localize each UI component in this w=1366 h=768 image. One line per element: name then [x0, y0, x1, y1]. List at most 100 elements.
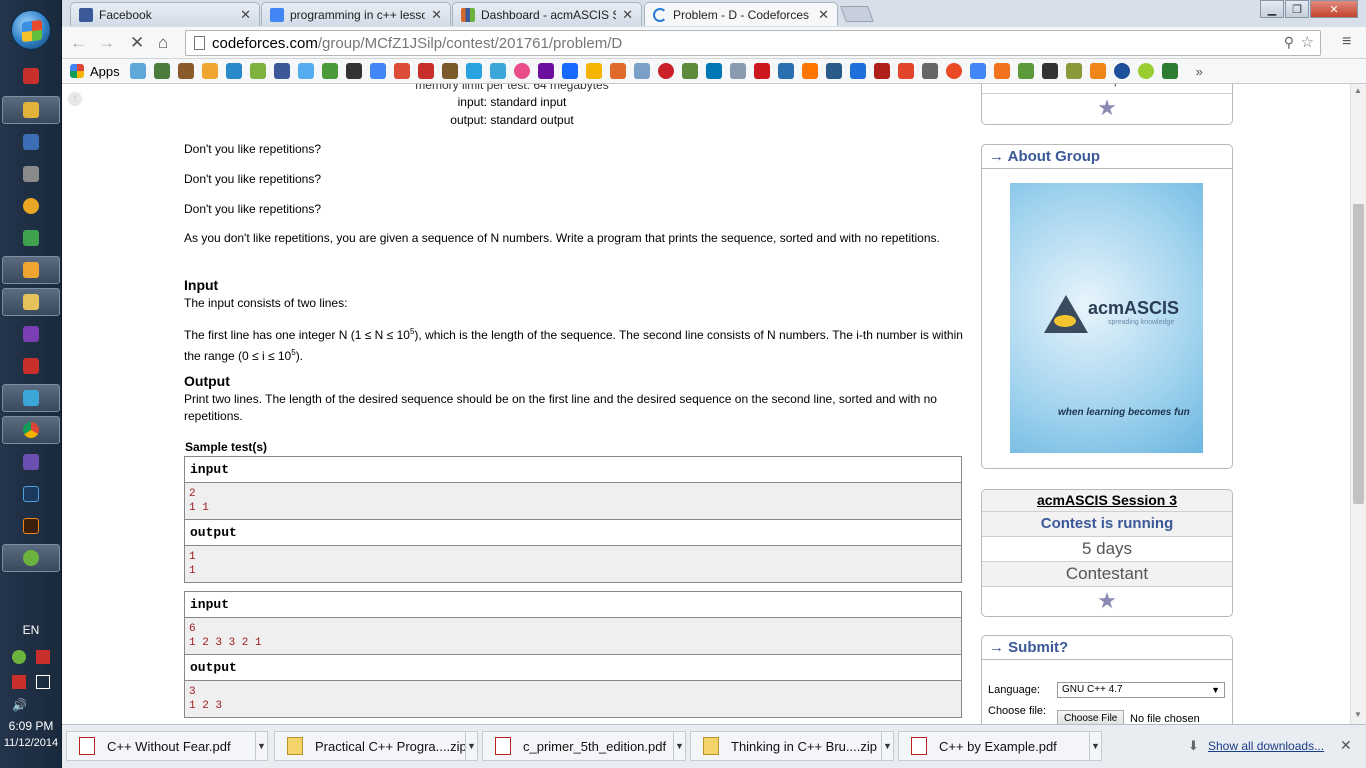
sample-input-value[interactable]: 2 1 1 [185, 483, 961, 520]
bookmark-icon[interactable] [1041, 63, 1058, 79]
behance-icon[interactable] [561, 63, 578, 79]
soundcloud-icon[interactable] [801, 63, 818, 79]
download-item[interactable]: C++ Without Fear.pdf ▼ [66, 731, 268, 761]
stack-icon[interactable] [345, 63, 362, 79]
tab-google-search[interactable]: programming in c++ lesso ✕ [261, 2, 451, 26]
taskbar-illustrator[interactable] [2, 512, 60, 540]
bookmark-icon[interactable] [417, 63, 434, 79]
tab-dashboard[interactable]: Dashboard - acmASCIS Se ✕ [452, 2, 642, 26]
show-all-downloads-link[interactable]: Show all downloads... [1208, 739, 1324, 753]
yahoo-icon[interactable] [537, 63, 554, 79]
home-icon[interactable]: ⌂ [158, 33, 168, 53]
tray-network-icon[interactable] [36, 650, 50, 664]
bookmark-icon[interactable] [777, 63, 794, 79]
bookmark-icon[interactable] [729, 63, 746, 79]
star-icon[interactable]: ★ [982, 587, 1232, 615]
facebook-bookmark-icon[interactable] [273, 63, 290, 79]
bookmark-icon[interactable] [1113, 63, 1130, 79]
close-icon[interactable]: ✕ [431, 7, 442, 23]
bookmark-icon[interactable] [153, 63, 170, 79]
tab-codeforces-problem[interactable]: Problem - D - Codeforces ✕ [644, 2, 838, 26]
chevron-down-icon[interactable]: ▼ [465, 732, 477, 760]
google-bookmark-icon[interactable] [369, 63, 386, 79]
close-icon[interactable]: ✕ [240, 7, 251, 23]
tray-flag-icon[interactable] [12, 675, 26, 689]
taskbar-app-8[interactable] [2, 288, 60, 316]
taskbar-app-9[interactable] [2, 320, 60, 348]
sample-output-value[interactable]: 1 1 [185, 546, 961, 582]
bookmark-icon[interactable] [921, 63, 938, 79]
bookmark-icon[interactable] [441, 63, 458, 79]
bookmark-icon[interactable] [897, 63, 914, 79]
page-scrollbar[interactable]: ▲ ▼ [1350, 84, 1366, 724]
bookmark-icon[interactable] [969, 63, 986, 79]
session-title-link[interactable]: acmASCIS Session 3 [982, 490, 1232, 512]
new-tab-button[interactable] [840, 6, 874, 22]
stumbleupon-icon[interactable] [945, 63, 962, 79]
bookmark-icon[interactable] [321, 63, 338, 79]
close-icon[interactable]: ✕ [622, 7, 633, 23]
volume-icon[interactable]: 🔊 [12, 698, 27, 712]
bookmark-icon[interactable] [609, 63, 626, 79]
pinterest-icon[interactable] [657, 63, 674, 79]
scroll-down-arrow-icon[interactable]: ▼ [1354, 710, 1362, 719]
bookmark-icon[interactable] [129, 63, 146, 79]
stop-icon[interactable]: ✕ [130, 33, 144, 53]
bookmark-icon[interactable] [1017, 63, 1034, 79]
bookmark-icon[interactable] [585, 63, 602, 79]
start-button[interactable] [11, 10, 51, 50]
sample-input-value[interactable]: 6 1 2 3 3 2 1 [185, 618, 961, 655]
close-icon[interactable]: ✕ [818, 7, 829, 23]
star-icon[interactable]: ★ [982, 94, 1232, 122]
taskbar-utorrent[interactable] [2, 544, 60, 572]
clock-date[interactable]: 11/12/2014 [0, 737, 62, 749]
bookmark-icon[interactable] [465, 63, 482, 79]
chevron-down-icon[interactable]: ▼ [673, 732, 685, 760]
address-bar[interactable]: codeforces.com/group/MCfZ1JSilp/contest/… [185, 30, 1321, 56]
bookmark-icon[interactable] [993, 63, 1010, 79]
sample-output-value[interactable]: 3 1 2 3 [185, 681, 961, 717]
download-item[interactable]: Practical C++ Progra....zip ▼ [274, 731, 478, 761]
download-item[interactable]: C++ by Example.pdf ▼ [898, 731, 1102, 761]
minimize-button[interactable]: ▁ [1260, 0, 1284, 18]
close-window-button[interactable]: ✕ [1310, 0, 1358, 18]
apps-shortcut[interactable]: Apps [90, 64, 120, 79]
chevron-down-icon[interactable]: ▼ [1089, 732, 1101, 760]
bookmark-icon[interactable] [1065, 63, 1082, 79]
bookmark-icon[interactable] [681, 63, 698, 79]
download-item[interactable]: c_primer_5th_edition.pdf ▼ [482, 731, 686, 761]
star-bookmark-icon[interactable]: ☆ [1301, 33, 1314, 51]
language-select[interactable]: GNU C++ 4.7 ▼ [1057, 682, 1225, 698]
bookmark-icon[interactable] [873, 63, 890, 79]
download-item[interactable]: Thinking in C++ Bru....zip ▼ [690, 731, 894, 761]
search-icon[interactable]: ⚲ [1284, 34, 1294, 51]
tray-utorrent-icon[interactable] [12, 650, 26, 664]
tab-facebook[interactable]: Facebook ✕ [70, 2, 260, 26]
scroll-up-arrow-icon[interactable]: ▲ [1354, 86, 1362, 95]
about-group-title[interactable]: → About Group [982, 145, 1232, 169]
bookmark-icon[interactable] [1161, 63, 1178, 79]
clock-time[interactable]: 6:09 PM [0, 719, 62, 733]
bookmark-icon[interactable] [1089, 63, 1106, 79]
bookmark-icon[interactable] [225, 63, 242, 79]
scrollbar-thumb[interactable] [1353, 204, 1364, 504]
taskbar-app-10[interactable] [2, 352, 60, 380]
forward-arrow-icon[interactable]: → [98, 33, 115, 53]
taskbar-app-11[interactable] [2, 384, 60, 412]
maximize-button[interactable]: ❐ [1285, 0, 1309, 18]
youtube-icon[interactable] [753, 63, 770, 79]
bookmark-icon[interactable] [201, 63, 218, 79]
back-arrow-icon[interactable]: ← [70, 33, 87, 53]
bookmark-icon[interactable] [633, 63, 650, 79]
bookmark-icon[interactable] [849, 63, 866, 79]
twitter-bookmark-icon[interactable] [297, 63, 314, 79]
google-plus-icon[interactable] [393, 63, 410, 79]
taskbar-app-1[interactable] [2, 62, 60, 90]
chevron-down-icon[interactable]: ▼ [881, 732, 893, 760]
menu-icon[interactable]: ≡ [1342, 33, 1351, 51]
bookmark-icon[interactable] [489, 63, 506, 79]
taskbar-app-5[interactable] [2, 192, 60, 220]
taskbar-app-4[interactable] [2, 160, 60, 188]
taskbar-app-6[interactable] [2, 224, 60, 252]
dribbble-icon[interactable] [513, 63, 530, 79]
